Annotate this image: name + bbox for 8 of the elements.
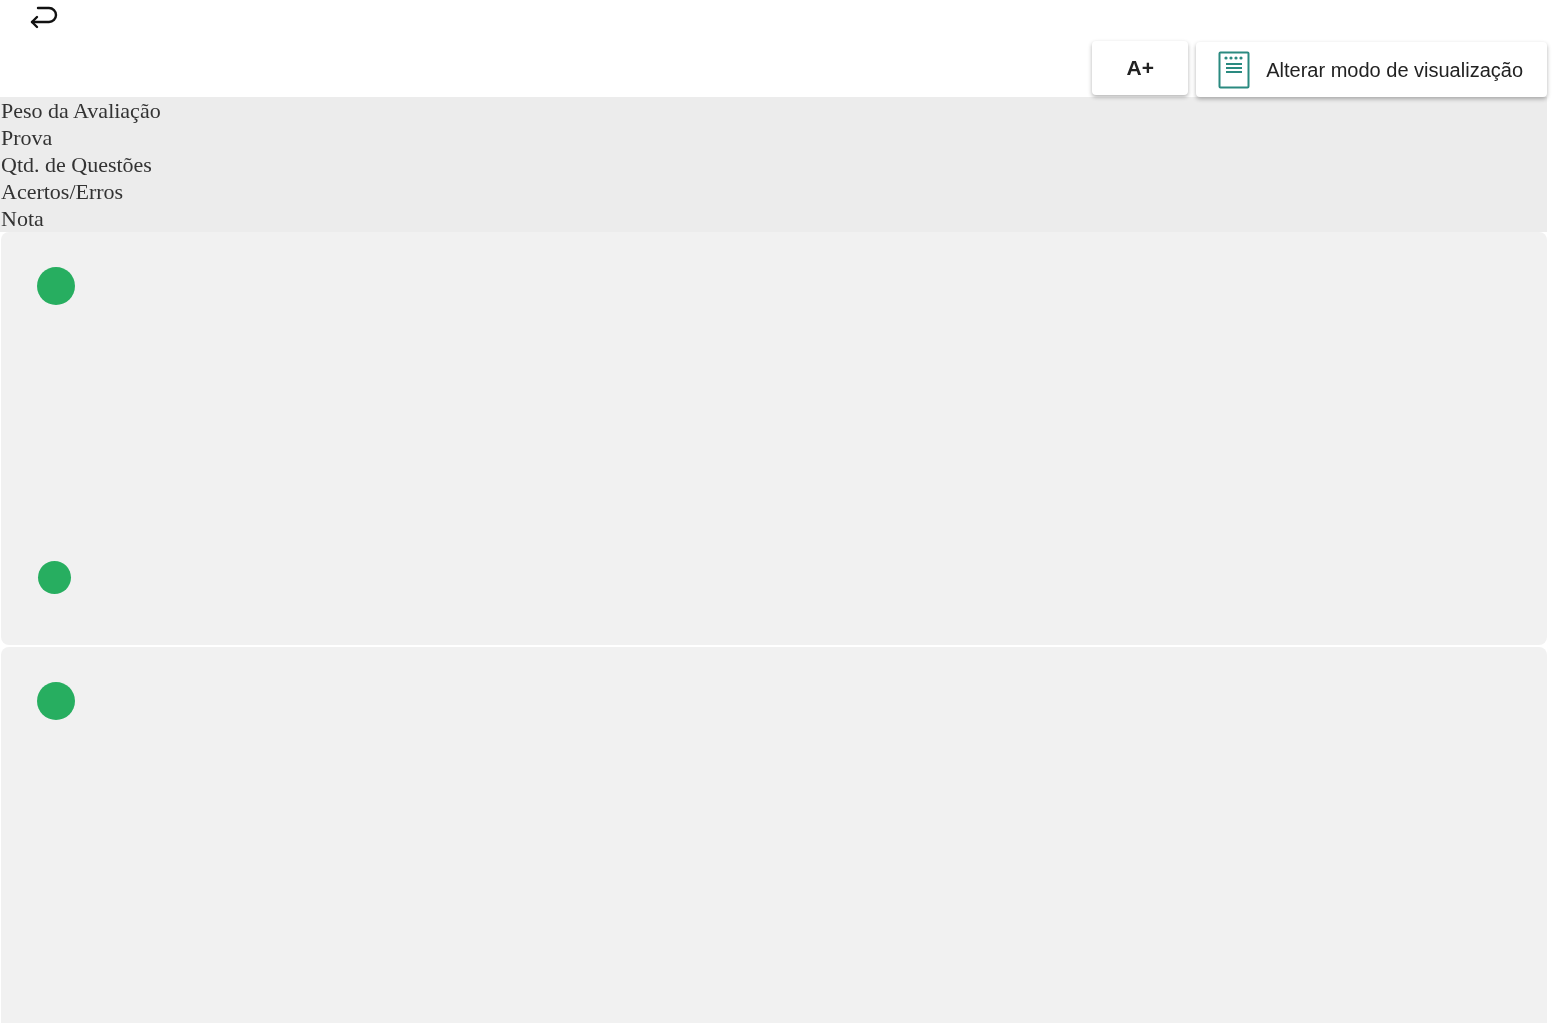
view-mode-button[interactable]: Alterar modo de visualização [1196,42,1547,97]
column-label: Peso da Avaliação [1,97,161,124]
column-label: Nota [1,205,44,232]
document-icon [1218,50,1251,89]
column-label: Acertos/Erros [1,178,124,205]
column-label: Prova [1,124,53,151]
font-size-button[interactable]: A+ [1092,41,1189,95]
column-label: Qtd. de Questões [1,151,152,178]
